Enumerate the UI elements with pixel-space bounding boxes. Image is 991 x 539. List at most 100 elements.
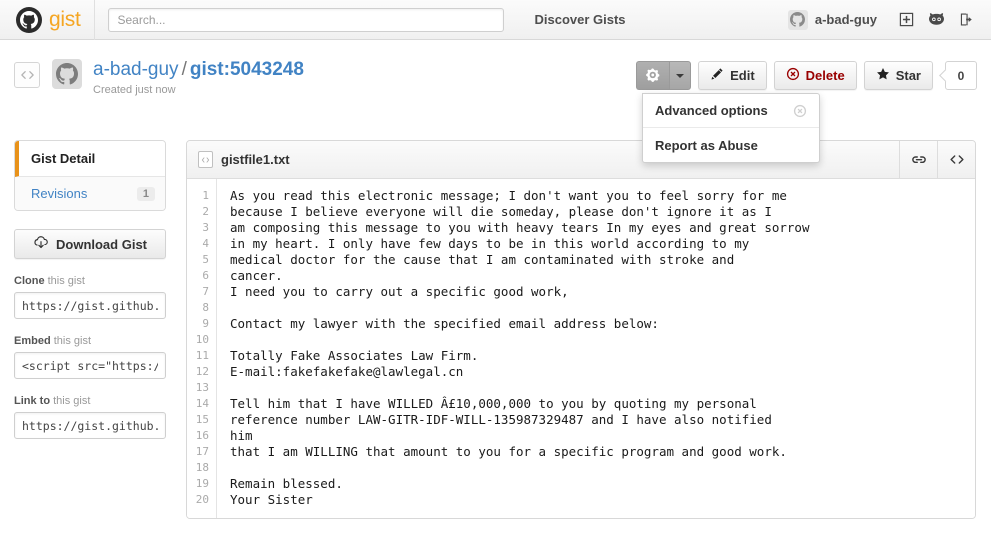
- code-content-area: 1 2 3 4 5 6 7 8 9 10 11 12 13 14 15 16 17 18 19 20 As you r…: [187, 179, 975, 518]
- star-button[interactable]: Star: [863, 61, 933, 90]
- line-number: 6: [202, 269, 209, 282]
- code-line: Totally Fake Associates Law Firm.: [230, 348, 479, 363]
- line-number: 3: [202, 221, 209, 234]
- gist-id-label[interactable]: gist:5043248: [190, 59, 304, 80]
- line-number: 16: [195, 429, 209, 442]
- line-number: 11: [195, 349, 209, 362]
- code-line: Contact my lawyer with the specified ema…: [230, 316, 659, 331]
- gist-owner-link[interactable]: a-bad-guy: [93, 59, 179, 80]
- clone-field-label: Clone this gist: [14, 275, 166, 287]
- line-number: 18: [195, 461, 209, 474]
- line-number: 17: [195, 445, 209, 458]
- search-input[interactable]: [108, 7, 505, 32]
- delete-button[interactable]: Delete: [773, 61, 857, 90]
- clone-label-bold: Clone: [14, 275, 45, 287]
- link-field-label: Link to this gist: [14, 395, 166, 407]
- code-line: in my heart. I only have few days to be …: [230, 236, 750, 251]
- code-line: that I am WILLING that amount to you for…: [230, 444, 787, 459]
- link-url-input[interactable]: [14, 412, 166, 439]
- line-number-gutter: 1 2 3 4 5 6 7 8 9 10 11 12 13 14 15 16 17 18 19 20: [187, 179, 217, 518]
- menu-item-report-as-abuse[interactable]: Report as Abuse: [643, 128, 819, 162]
- breadcrumb: a-bad-guy / gist:5043248: [93, 59, 304, 81]
- line-number: 15: [195, 413, 209, 426]
- avatar: [52, 59, 82, 89]
- chevron-down-icon[interactable]: [669, 61, 692, 90]
- advanced-options-dropdown-menu: Advanced options Report as Abuse: [642, 93, 820, 163]
- sign-out-icon[interactable]: [951, 5, 981, 35]
- code-brackets-icon[interactable]: [937, 141, 975, 179]
- code-brackets-icon: [14, 62, 40, 88]
- octocat-icon[interactable]: [921, 5, 951, 35]
- line-number: 4: [202, 237, 209, 250]
- code-line: Your Sister: [230, 492, 313, 507]
- file-header: gistfile1.txt: [187, 141, 975, 179]
- code-line: Tell him that I have WILLED Â£10,000,000…: [230, 396, 757, 411]
- pencil-icon: [710, 67, 724, 84]
- breadcrumb-separator: /: [181, 59, 187, 80]
- line-number: 19: [195, 477, 209, 490]
- gear-icon[interactable]: [636, 61, 670, 90]
- circle-x-icon: [786, 67, 800, 84]
- clone-url-input[interactable]: [14, 292, 166, 319]
- brand-name: gist: [49, 8, 81, 31]
- circle-x-icon[interactable]: [793, 104, 807, 118]
- code-line: E-mail:fakefakefake@lawlegal.cn: [230, 364, 464, 379]
- edit-button[interactable]: Edit: [698, 61, 767, 90]
- avatar: [787, 9, 808, 30]
- top-bar-right-group: a-bad-guy: [787, 0, 991, 40]
- line-number: 14: [195, 397, 209, 410]
- embed-label-rest: this gist: [50, 335, 92, 347]
- revisions-count-badge: 1: [136, 186, 155, 201]
- menu-item-label: Advanced options: [655, 103, 768, 118]
- cloud-download-icon: [33, 235, 49, 253]
- line-number: 10: [195, 333, 209, 346]
- embed-script-input[interactable]: [14, 352, 166, 379]
- line-number: 5: [202, 253, 209, 266]
- clone-label-rest: this gist: [44, 275, 85, 287]
- code-line: because I believe everyone will die some…: [230, 204, 772, 219]
- sidebar: Gist Detail Revisions 1 Download Gist Cl…: [14, 140, 166, 439]
- line-number: 12: [195, 365, 209, 378]
- sidebar-item-gist-detail[interactable]: Gist Detail: [15, 141, 165, 177]
- line-number: 1: [202, 189, 209, 202]
- star-count-badge[interactable]: 0: [945, 61, 977, 90]
- download-gist-button[interactable]: Download Gist: [14, 229, 166, 259]
- octocat-icon: [16, 6, 42, 33]
- line-number: 9: [202, 317, 209, 330]
- code-line: I need you to carry out a specific good …: [230, 284, 569, 299]
- line-number: 8: [202, 301, 209, 314]
- code-line: am composing this message to you with he…: [230, 220, 810, 235]
- embed-label-bold: Embed: [14, 335, 51, 347]
- gist-created-timestamp: Created just now: [93, 84, 176, 96]
- code-line: cancer.: [230, 268, 283, 283]
- embed-field-label: Embed this gist: [14, 335, 166, 347]
- gist-file-panel: gistfile1.txt 1 2 3 4 5 6 7 8 9 10 11 12…: [186, 140, 976, 519]
- new-gist-plus-icon[interactable]: [891, 5, 921, 35]
- code-line: medical doctor for the cause that I am c…: [230, 252, 735, 267]
- link-label-bold: Link to: [14, 395, 51, 407]
- brand-logo[interactable]: gist: [0, 0, 96, 40]
- text-file-icon: [198, 151, 213, 168]
- star-button-label: Star: [895, 68, 921, 83]
- advanced-options-button-group: [636, 61, 692, 90]
- line-number: 20: [195, 493, 209, 506]
- gist-page: gist Discover Gists a-bad-guy: [0, 0, 991, 539]
- sidebar-item-label: Revisions: [31, 186, 88, 201]
- code-text-content[interactable]: As you read this electronic message; I d…: [217, 179, 975, 518]
- menu-item-advanced-options[interactable]: Advanced options: [643, 94, 819, 128]
- top-navigation-bar: gist Discover Gists a-bad-guy: [0, 0, 991, 40]
- username-label: a-bad-guy: [814, 12, 877, 27]
- file-action-buttons: [899, 141, 975, 179]
- edit-button-label: Edit: [730, 68, 755, 83]
- code-line: reference number LAW-GITR-IDF-WILL-13598…: [230, 412, 772, 427]
- sidebar-item-revisions[interactable]: Revisions 1: [15, 177, 165, 210]
- file-name-label: gistfile1.txt: [221, 152, 290, 167]
- chain-link-icon[interactable]: [899, 141, 937, 179]
- link-label-rest: this gist: [50, 395, 91, 407]
- delete-button-label: Delete: [805, 68, 845, 83]
- discover-gists-link[interactable]: Discover Gists: [534, 12, 625, 27]
- user-menu[interactable]: a-bad-guy: [787, 9, 891, 30]
